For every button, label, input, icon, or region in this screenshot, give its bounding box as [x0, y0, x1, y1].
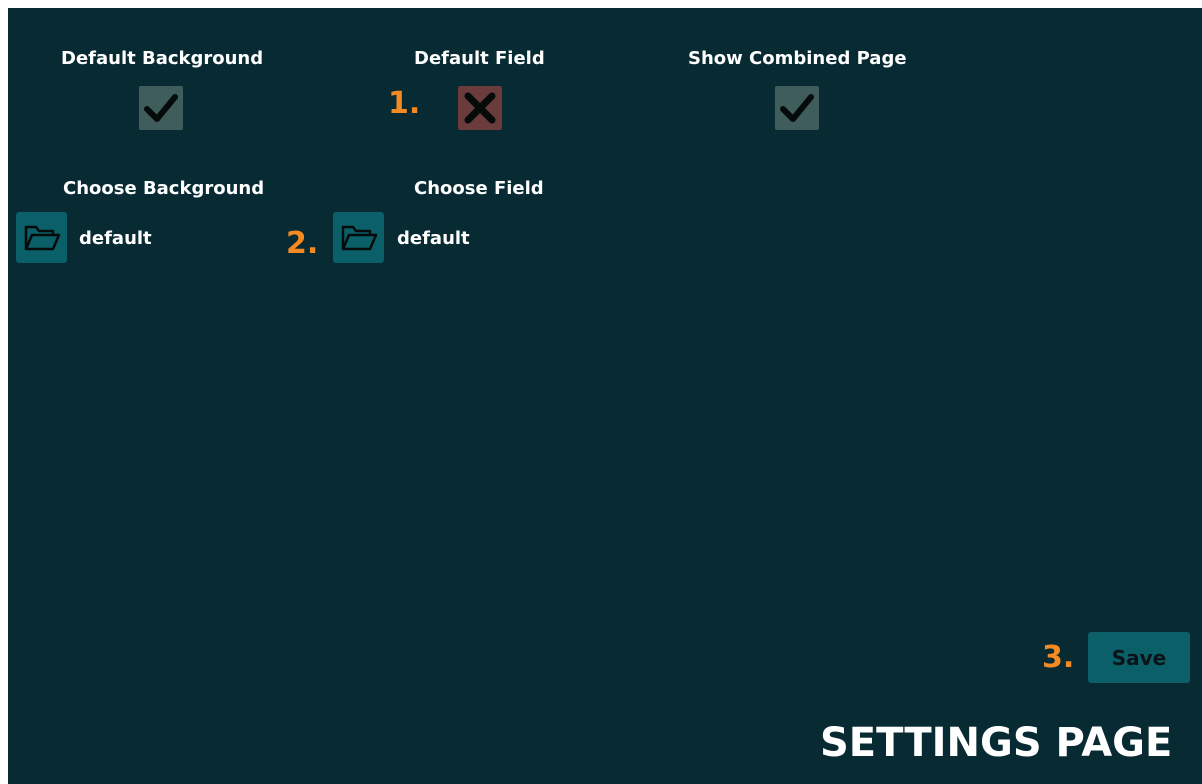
default-background-label: Default Background [61, 48, 264, 69]
default-background-checkbox[interactable] [139, 86, 183, 130]
choose-field-button[interactable] [333, 212, 384, 263]
choose-background-label: Choose Background [63, 178, 265, 199]
checkmark-icon [144, 94, 178, 122]
choose-background-button[interactable] [16, 212, 67, 263]
save-button[interactable]: Save [1088, 632, 1190, 683]
settings-panel: Default Background Default Field 1. Show… [8, 8, 1202, 784]
show-combined-page-checkbox[interactable] [775, 86, 819, 130]
show-combined-page-label: Show Combined Page [688, 48, 907, 69]
step-number-2: 2. [286, 226, 319, 261]
page-title: SETTINGS PAGE [820, 720, 1173, 766]
choose-field-label: Choose Field [414, 178, 544, 199]
choose-field-value: default [397, 228, 470, 249]
choose-background-value: default [79, 228, 152, 249]
folder-open-icon [24, 225, 60, 250]
checkmark-icon [780, 94, 814, 122]
x-cross-icon [464, 92, 496, 124]
step-number-3: 3. [1042, 640, 1075, 675]
step-number-1: 1. [388, 86, 421, 121]
default-field-checkbox[interactable] [458, 86, 502, 130]
default-field-label: Default Field [414, 48, 545, 69]
folder-open-icon [341, 225, 377, 250]
